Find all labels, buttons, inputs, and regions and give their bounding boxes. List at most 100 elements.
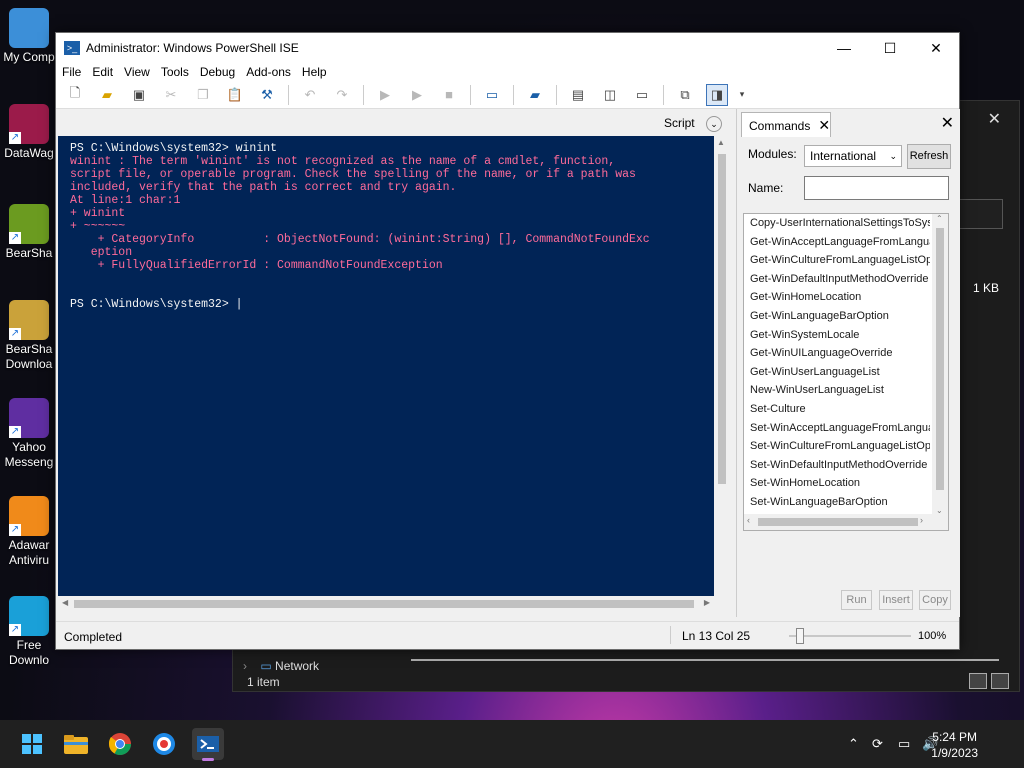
scroll-thumb[interactable] [758, 518, 918, 526]
menu-item-file[interactable]: File [62, 63, 87, 81]
console-vertical-scrollbar[interactable]: ▲ [714, 136, 730, 596]
explorer-scrollbar[interactable] [411, 659, 999, 661]
menu-item-edit[interactable]: Edit [92, 63, 119, 81]
chrome-taskbar-icon[interactable] [104, 728, 136, 760]
show-command-addon-icon[interactable]: ◨ [706, 83, 728, 106]
command-list-item[interactable]: Set-WinAcceptLanguageFromLangua [744, 419, 930, 438]
details-view-button[interactable] [969, 673, 987, 689]
command-list-item[interactable]: Get-WinHomeLocation [744, 288, 930, 307]
name-input[interactable] [804, 176, 949, 200]
cut-icon[interactable]: ✂ [160, 84, 182, 106]
desktop-icon[interactable]: ↗ Adawar Antiviru [2, 496, 56, 568]
clock[interactable]: 5:24 PM 1/9/2023 [931, 729, 978, 761]
command-list-item[interactable]: Set-WinHomeLocation [744, 474, 930, 493]
run-selection-icon[interactable]: ▶ [406, 84, 428, 106]
run-button[interactable]: Run [841, 590, 872, 610]
menu-item-tools[interactable]: Tools [161, 63, 195, 81]
refresh-button[interactable]: Refresh [907, 144, 951, 169]
command-list-item[interactable]: Set-WinLanguageBarOption [744, 493, 930, 512]
command-list-item[interactable]: Get-WinUILanguageOverride [744, 344, 930, 363]
scroll-left-icon[interactable]: ◀ [62, 598, 68, 607]
scroll-right-icon[interactable]: ▶ [704, 598, 710, 607]
update-icon[interactable]: ⟳ [872, 736, 883, 752]
chevron-down-icon[interactable]: ⌄ [706, 115, 722, 132]
menu-item-addons[interactable]: Add-ons [246, 63, 297, 81]
command-list-item[interactable]: Set-WinDefaultInputMethodOverride [744, 456, 930, 475]
run-script-icon[interactable]: ▶ [374, 84, 396, 106]
open-folder-icon[interactable]: ▰ [96, 84, 118, 106]
command-list-item[interactable]: Get-WinCultureFromLanguageListOpt [744, 251, 930, 270]
desktop-icon[interactable]: My Comp [2, 8, 56, 65]
show-script-maximized-icon[interactable]: ▭ [631, 84, 653, 106]
scroll-thumb[interactable] [74, 600, 694, 608]
browser-taskbar-icon[interactable] [148, 728, 180, 760]
close-button[interactable]: ✕ [913, 33, 959, 63]
close-tab-icon[interactable]: ✕ [818, 117, 830, 133]
command-list-item[interactable]: Set-WinUILanguageOverride [744, 530, 930, 531]
command-list-item[interactable]: Copy-UserInternationalSettingsToSyst [744, 214, 930, 233]
explorer-close-icon[interactable]: ✕ [988, 109, 1001, 129]
stop-icon[interactable]: ■ [438, 84, 460, 106]
modules-select[interactable]: International ⌄ [804, 145, 902, 167]
clear-console-icon[interactable]: ⚒ [256, 84, 278, 106]
desktop-icon[interactable]: ↗ BearSha [2, 204, 56, 261]
command-list-item[interactable]: Get-WinDefaultInputMethodOverride [744, 270, 930, 289]
scroll-up-icon[interactable]: ▲ [717, 138, 725, 147]
redo-icon[interactable]: ↷ [331, 84, 353, 106]
zoom-slider-thumb[interactable] [796, 628, 804, 644]
command-list-item[interactable]: Get-WinUserLanguageList [744, 363, 930, 382]
maximize-button[interactable]: ☐ [867, 33, 913, 63]
file-explorer-taskbar-icon[interactable] [60, 728, 92, 760]
commands-list-vertical-scrollbar[interactable]: ⌃ ⌄ [932, 214, 948, 515]
start-powershell-icon[interactable]: ▰ [524, 84, 546, 106]
undo-icon[interactable]: ↶ [299, 84, 321, 106]
desktop-icon[interactable]: ↗ BearSha Downloa [2, 300, 56, 372]
title-bar[interactable]: >_ Administrator: Windows PowerShell ISE… [56, 33, 959, 63]
scroll-right-icon[interactable]: › [920, 515, 923, 525]
command-list-item[interactable]: Get-WinLanguageBarOption [744, 307, 930, 326]
scroll-up-icon[interactable]: ⌃ [936, 214, 943, 223]
console-horizontal-scrollbar[interactable]: ◀ ▶ [58, 596, 714, 612]
copy-button[interactable]: Copy [919, 590, 951, 610]
commands-list-horizontal-scrollbar[interactable]: ‹ › [744, 514, 948, 530]
command-list-item[interactable]: Set-Culture [744, 400, 930, 419]
insert-button[interactable]: Insert [879, 590, 913, 610]
command-list-item[interactable]: Get-WinAcceptLanguageFromLanguag [744, 233, 930, 252]
paste-icon[interactable]: 📋 [224, 84, 246, 106]
scroll-left-icon[interactable]: ‹ [747, 515, 750, 525]
new-file-icon[interactable]: 🗋 [64, 84, 86, 106]
tiles-view-button[interactable] [991, 673, 1009, 689]
modules-select-value: International [810, 149, 877, 163]
tab-commands[interactable]: Commands ✕ [741, 112, 831, 137]
minimize-button[interactable]: — [821, 33, 867, 63]
powershell-ise-taskbar-icon[interactable] [192, 728, 224, 761]
desktop-icon[interactable]: ↗ DataWag [2, 104, 56, 161]
command-list-item[interactable]: New-WinUserLanguageList [744, 381, 930, 400]
remote-powershell-icon[interactable]: ▭ [481, 84, 503, 106]
toolbar-overflow-icon[interactable]: ▾ [738, 84, 746, 106]
close-pane-icon[interactable]: ✕ [941, 113, 954, 133]
menu-item-view[interactable]: View [124, 63, 156, 81]
menu-item-debug[interactable]: Debug [200, 63, 241, 81]
console-pane[interactable]: PS C:\Windows\system32> winint winint : T… [58, 136, 714, 596]
desktop-icon[interactable]: ↗ Yahoo Messeng [2, 398, 56, 470]
show-command-window-icon[interactable]: ⧉ [674, 84, 696, 106]
console-line: eption [70, 246, 133, 259]
scroll-thumb[interactable] [936, 228, 944, 490]
nav-item-network[interactable]: › ▭ Network [243, 659, 319, 673]
desktop-icon[interactable]: ↗ Free Downlo [2, 596, 56, 668]
copy-icon[interactable]: ❐ [192, 84, 214, 106]
script-toggle-label[interactable]: Script [664, 116, 695, 130]
zoom-slider[interactable] [789, 635, 911, 637]
command-list-item[interactable]: Set-WinCultureFromLanguageListOpt [744, 437, 930, 456]
save-icon[interactable]: ▣ [128, 84, 150, 106]
display-icon[interactable]: ▭ [898, 736, 910, 752]
show-hidden-icons-chevron-up-icon[interactable]: ⌃ [848, 736, 859, 752]
show-script-top-icon[interactable]: ▤ [567, 84, 589, 106]
scroll-thumb[interactable] [718, 154, 726, 484]
menu-item-help[interactable]: Help [302, 63, 333, 81]
command-list-item[interactable]: Get-WinSystemLocale [744, 326, 930, 345]
start-button[interactable] [16, 728, 48, 760]
show-script-right-icon[interactable]: ◫ [599, 84, 621, 106]
